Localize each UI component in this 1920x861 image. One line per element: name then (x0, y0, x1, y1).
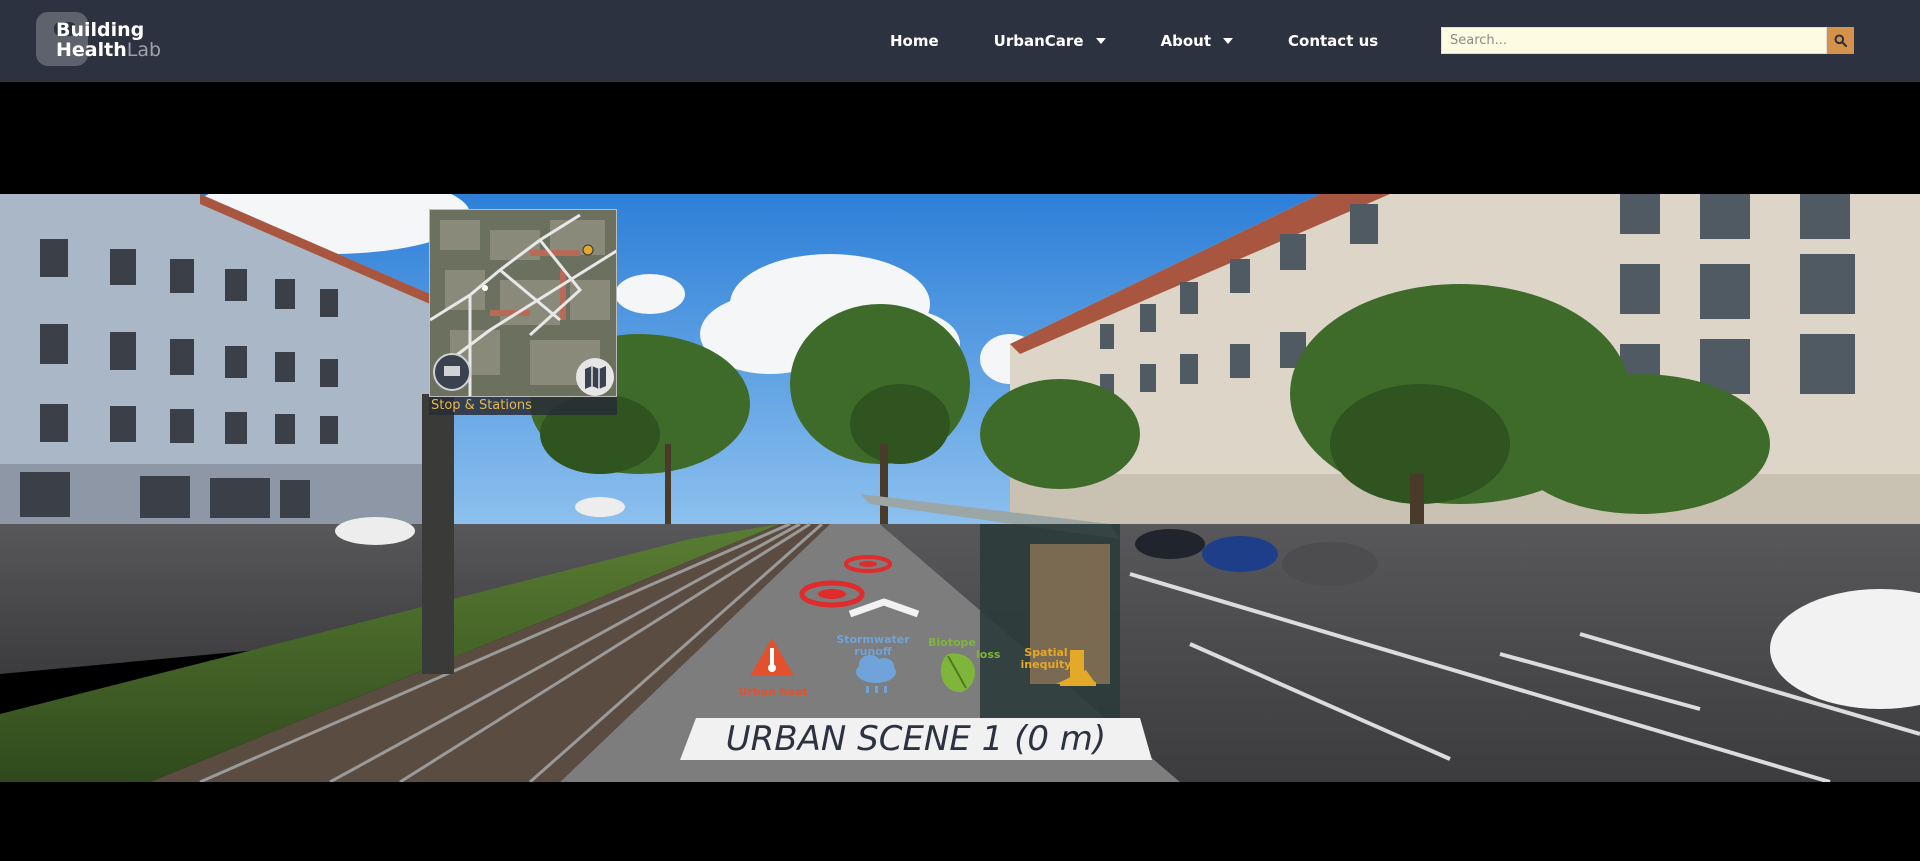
station-icon[interactable] (433, 353, 471, 391)
logo-line-lab: Lab (126, 39, 162, 61)
thermometer-warning-icon[interactable] (750, 638, 794, 676)
search-input[interactable] (1441, 27, 1827, 54)
search-bar (1441, 27, 1854, 54)
minimap[interactable] (429, 209, 617, 397)
hotspot-label-urban-heat[interactable]: Urban heat (733, 686, 813, 698)
map-icon (585, 366, 606, 389)
nav-home[interactable]: Home (890, 32, 939, 50)
search-icon (1834, 34, 1847, 47)
hotspot-label-biotope[interactable]: Biotope loss (928, 637, 1000, 661)
navigation-marker-near[interactable] (799, 580, 865, 608)
minimap-label[interactable]: Stop & Stations (429, 397, 617, 415)
scene-title: URBAN SCENE 1 (0 m) (725, 719, 1107, 759)
building-health-lab-logo[interactable]: Building HealthLab (34, 10, 174, 70)
search-button[interactable] (1827, 27, 1854, 54)
nav-urbancare[interactable]: UrbanCare (994, 32, 1106, 50)
navigation-marker-far[interactable] (844, 555, 892, 573)
map-view-button[interactable] (576, 358, 614, 396)
hotspot-label-stormwater[interactable]: Stormwater runoff (833, 634, 913, 658)
forward-arrow-icon[interactable] (848, 598, 920, 618)
rain-cloud-icon[interactable] (856, 655, 896, 693)
logo-line-building: Building (56, 19, 145, 41)
hotspot-overlay (680, 555, 1152, 760)
chevron-down-icon (1223, 38, 1234, 44)
hotspot-label-spatial[interactable]: Spatial inequity (1016, 647, 1076, 671)
logo-line-health: Health (56, 39, 127, 61)
nav-about[interactable]: About (1161, 32, 1234, 50)
chevron-down-icon (1095, 38, 1106, 44)
site-header: Building HealthLab Home UrbanCare About … (0, 0, 1920, 82)
panorama-viewer[interactable]: Urban heat Stormwater runoff Biotope los… (0, 194, 1920, 782)
main-nav: Home UrbanCare About Contact us (890, 0, 1378, 82)
nav-contact-us[interactable]: Contact us (1288, 32, 1378, 50)
